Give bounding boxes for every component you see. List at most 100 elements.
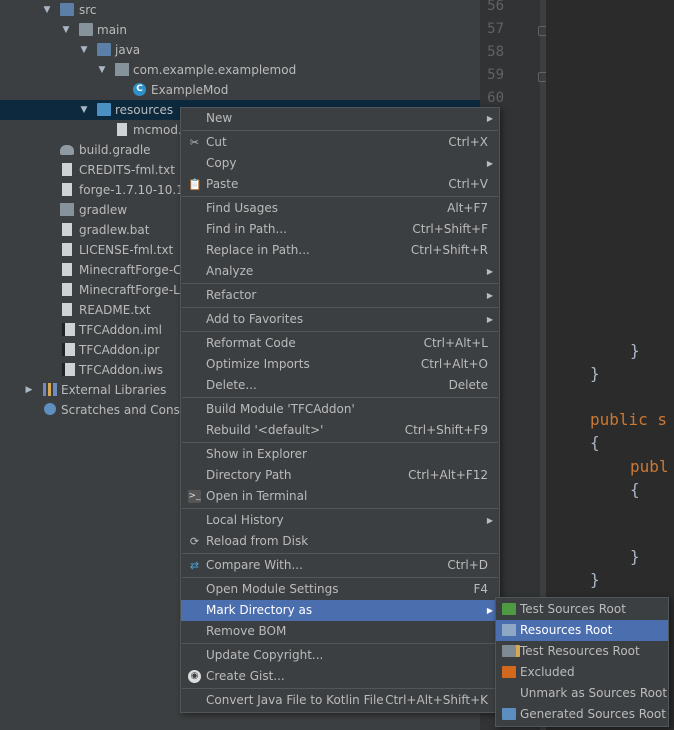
menu-item-label: Reformat Code bbox=[206, 336, 296, 350]
tree-item-java[interactable]: ▼ java bbox=[0, 40, 480, 60]
tree-item-label: TFCAddon.ipr bbox=[79, 343, 160, 357]
menu-item-find-in-path[interactable]: Find in Path... Ctrl+Shift+F bbox=[181, 219, 499, 240]
menu-item-label: Remove BOM bbox=[206, 624, 287, 638]
expand-arrow-icon[interactable]: ▼ bbox=[79, 100, 89, 120]
tree-item-label: MinecraftForge-Cre bbox=[79, 263, 194, 277]
module-file-icon bbox=[62, 363, 75, 376]
tree-item-label: README.txt bbox=[79, 303, 151, 317]
menu-item-label: Build Module 'TFCAddon' bbox=[206, 402, 355, 416]
menu-item-copy[interactable]: Copy ▶ bbox=[181, 153, 499, 174]
folder-source-icon bbox=[60, 3, 74, 16]
menu-item-compare-with[interactable]: ⇄ Compare With... Ctrl+D bbox=[181, 555, 499, 576]
menu-item-label: Optimize Imports bbox=[206, 357, 310, 371]
menu-item-remove-bom[interactable]: Remove BOM bbox=[181, 621, 499, 642]
line-number: 59 bbox=[487, 67, 504, 83]
menu-item-rebuild[interactable]: Rebuild '<default>' Ctrl+Shift+F9 bbox=[181, 420, 499, 441]
submenu-arrow-icon: ▶ bbox=[486, 114, 493, 123]
menu-separator bbox=[182, 283, 498, 284]
menu-item-delete[interactable]: Delete... Delete bbox=[181, 375, 499, 396]
reload-icon: ⟳ bbox=[189, 535, 200, 548]
menu-item-add-to-favorites[interactable]: Add to Favorites ▶ bbox=[181, 309, 499, 330]
text-file-icon bbox=[62, 303, 72, 316]
code-brace: } bbox=[630, 341, 640, 360]
tree-item-label: CREDITS-fml.txt bbox=[79, 163, 175, 177]
folder-resources-icon bbox=[97, 103, 111, 116]
expand-arrow-icon[interactable]: ▼ bbox=[97, 60, 107, 80]
menu-shortcut: Ctrl+Shift+F bbox=[412, 222, 488, 236]
menu-item-optimize-imports[interactable]: Optimize Imports Ctrl+Alt+O bbox=[181, 354, 499, 375]
menu-item-paste[interactable]: 📋 Paste Ctrl+V bbox=[181, 174, 499, 195]
tree-item-label: TFCAddon.iws bbox=[79, 363, 164, 377]
menu-item-directory-path[interactable]: Directory Path Ctrl+Alt+F12 bbox=[181, 465, 499, 486]
menu-shortcut: Ctrl+X bbox=[448, 135, 488, 149]
tree-item-package[interactable]: ▼ com.example.examplemod bbox=[0, 60, 480, 80]
menu-separator bbox=[182, 577, 498, 578]
menu-item-new[interactable]: New ▶ bbox=[181, 108, 499, 129]
menu-item-show-in-explorer[interactable]: Show in Explorer bbox=[181, 444, 499, 465]
tree-item-examplemod[interactable]: C ExampleMod bbox=[0, 80, 480, 100]
menu-separator bbox=[182, 331, 498, 332]
menu-item-open-in-terminal[interactable]: >_ Open in Terminal bbox=[181, 486, 499, 507]
line-number: 57 bbox=[487, 21, 504, 37]
expand-arrow-icon[interactable]: ▼ bbox=[42, 0, 52, 20]
menu-item-convert-to-kotlin[interactable]: Convert Java File to Kotlin File Ctrl+Al… bbox=[181, 690, 499, 711]
java-class-icon: C bbox=[133, 83, 146, 96]
text-file-icon bbox=[62, 283, 72, 296]
menu-item-create-gist[interactable]: ◉ Create Gist... bbox=[181, 666, 499, 687]
menu-item-open-module-settings[interactable]: Open Module Settings F4 bbox=[181, 579, 499, 600]
excluded-folder-icon bbox=[502, 666, 516, 678]
menu-item-label: Convert Java File to Kotlin File bbox=[206, 693, 384, 707]
submenu-item-label: Unmark as Sources Root bbox=[520, 686, 668, 700]
tree-item-main[interactable]: ▼ main bbox=[0, 20, 480, 40]
menu-item-cut[interactable]: ✂ Cut Ctrl+X bbox=[181, 132, 499, 153]
clipboard-icon: 📋 bbox=[188, 178, 202, 191]
expand-arrow-icon[interactable]: ▼ bbox=[61, 20, 71, 40]
tree-item-label: gradlew.bat bbox=[79, 223, 150, 237]
menu-item-mark-directory-as[interactable]: Mark Directory as ▶ bbox=[181, 600, 499, 621]
expand-arrow-icon[interactable]: ▼ bbox=[79, 40, 89, 60]
text-file-icon bbox=[62, 163, 72, 176]
submenu-arrow-icon: ▶ bbox=[486, 267, 493, 276]
submenu-item-resources-root[interactable]: Resources Root bbox=[496, 620, 668, 641]
submenu-arrow-icon: ▶ bbox=[486, 516, 493, 525]
menu-shortcut: Ctrl+Alt+O bbox=[420, 357, 488, 371]
submenu-item-generated-sources-root[interactable]: Generated Sources Root bbox=[496, 704, 668, 725]
menu-item-find-usages[interactable]: Find Usages Alt+F7 bbox=[181, 198, 499, 219]
menu-item-label: Update Copyright... bbox=[206, 648, 324, 662]
submenu-item-test-sources-root[interactable]: Test Sources Root bbox=[496, 599, 668, 620]
menu-item-replace-in-path[interactable]: Replace in Path... Ctrl+Shift+R bbox=[181, 240, 499, 261]
submenu-item-excluded[interactable]: Excluded bbox=[496, 662, 668, 683]
submenu-item-unmark[interactable]: Unmark as Sources Root bbox=[496, 683, 668, 704]
menu-shortcut: Ctrl+Shift+R bbox=[410, 243, 488, 257]
menu-item-reformat-code[interactable]: Reformat Code Ctrl+Alt+L bbox=[181, 333, 499, 354]
mark-directory-submenu: Test Sources Root Resources Root Test Re… bbox=[495, 597, 669, 727]
menu-item-label: Open Module Settings bbox=[206, 582, 339, 596]
tree-item-label: com.example.examplemod bbox=[133, 63, 297, 77]
menu-item-local-history[interactable]: Local History ▶ bbox=[181, 510, 499, 531]
menu-item-build-module[interactable]: Build Module 'TFCAddon' bbox=[181, 399, 499, 420]
tree-item-src[interactable]: ▼ src bbox=[0, 0, 480, 20]
menu-item-analyze[interactable]: Analyze ▶ bbox=[181, 261, 499, 282]
terminal-icon: >_ bbox=[188, 490, 201, 503]
tree-item-label: LICENSE-fml.txt bbox=[79, 243, 174, 257]
code-brace: } bbox=[590, 364, 600, 383]
menu-item-refactor[interactable]: Refactor ▶ bbox=[181, 285, 499, 306]
collapse-arrow-icon[interactable]: ▶ bbox=[24, 380, 34, 400]
context-menu: New ▶ ✂ Cut Ctrl+X Copy ▶ 📋 Paste Ctrl+V… bbox=[180, 107, 500, 713]
gradle-icon bbox=[60, 145, 74, 155]
menu-shortcut: Ctrl+Alt+L bbox=[423, 336, 488, 350]
tree-item-label: MinecraftForge-Lic bbox=[79, 283, 190, 297]
menu-shortcut: F4 bbox=[473, 582, 488, 596]
submenu-item-test-resources-root[interactable]: Test Resources Root bbox=[496, 641, 668, 662]
menu-shortcut: Ctrl+D bbox=[447, 558, 488, 572]
menu-item-label: Open in Terminal bbox=[206, 489, 308, 503]
menu-item-label: Cut bbox=[206, 135, 227, 149]
menu-item-reload-from-disk[interactable]: ⟳ Reload from Disk bbox=[181, 531, 499, 552]
submenu-item-label: Test Sources Root bbox=[520, 602, 626, 616]
package-icon bbox=[115, 63, 129, 76]
menu-item-update-copyright[interactable]: Update Copyright... bbox=[181, 645, 499, 666]
menu-item-label: New bbox=[206, 111, 233, 125]
menu-item-label: Paste bbox=[206, 177, 239, 191]
github-icon: ◉ bbox=[188, 670, 201, 683]
menu-shortcut: Ctrl+V bbox=[448, 177, 488, 191]
